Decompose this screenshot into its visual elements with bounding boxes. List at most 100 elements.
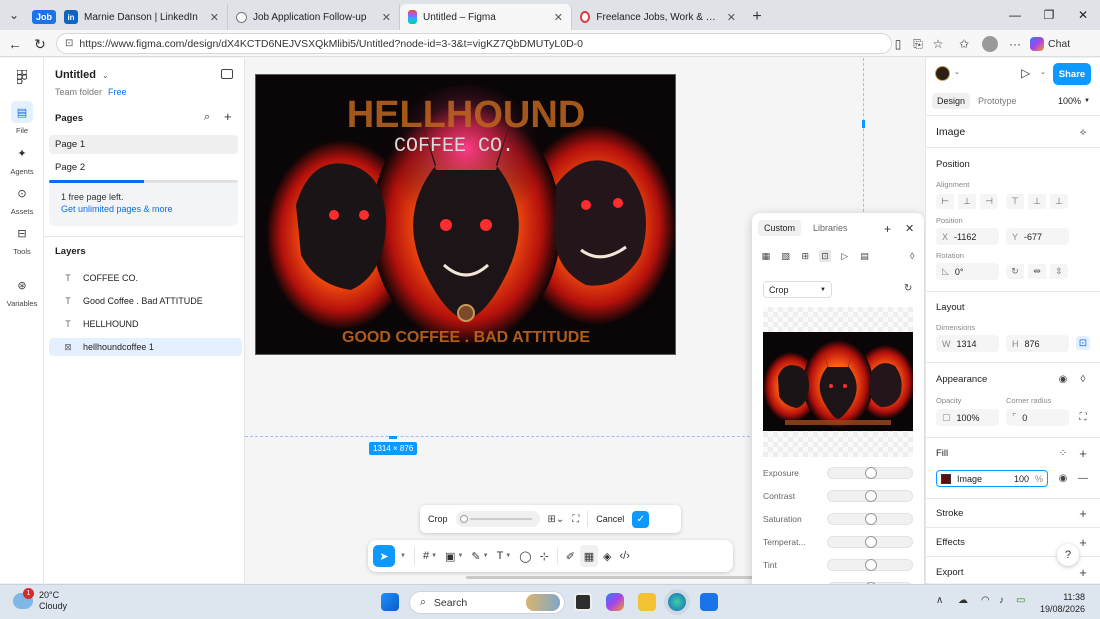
- more-menu-icon[interactable]: ···: [1005, 34, 1025, 54]
- search-pages-icon[interactable]: ⌕: [204, 111, 210, 124]
- site-info-icon[interactable]: ⊡: [65, 38, 73, 49]
- frame-tool[interactable]: # ▼: [420, 545, 440, 567]
- rail-item-agents[interactable]: ✦ Agents: [0, 142, 44, 177]
- close-icon[interactable]: ✕: [905, 222, 914, 235]
- new-tab-button[interactable]: +: [744, 4, 770, 30]
- windows-start-icon[interactable]: [381, 593, 399, 611]
- flip-vertical-icon[interactable]: ⇳: [1050, 264, 1068, 279]
- crop-cancel-button[interactable]: Cancel: [596, 514, 624, 524]
- align-bottom-icon[interactable]: ⊥: [1050, 194, 1068, 209]
- copilot-app-icon[interactable]: [606, 593, 624, 611]
- fill-swatch[interactable]: [941, 473, 951, 484]
- tab-job-application[interactable]: Job Application Follow-up ✕: [228, 4, 400, 30]
- corner-radius-field[interactable]: ⌜ 0: [1006, 409, 1069, 426]
- dev-mode-tool[interactable]: ‹/›: [616, 545, 632, 567]
- image-preview[interactable]: [763, 307, 913, 457]
- refresh-button[interactable]: ↻: [27, 31, 53, 57]
- rotate-90-icon[interactable]: ↻: [1006, 264, 1024, 279]
- slider-knob[interactable]: [865, 467, 877, 479]
- style-grid-icon[interactable]: ⁘: [1056, 446, 1070, 460]
- edge-browser-icon[interactable]: [668, 593, 686, 611]
- taskbar-search[interactable]: ⌕ Search: [409, 591, 565, 614]
- rail-item-assets[interactable]: ⊙ Assets: [0, 182, 44, 217]
- chevron-down-icon[interactable]: ⌄: [1040, 68, 1046, 76]
- rotation-field[interactable]: ◺ 0°: [936, 263, 999, 280]
- flip-horizontal-icon[interactable]: ⇹: [1028, 264, 1046, 279]
- crop-zoom-slider[interactable]: [455, 511, 540, 527]
- maximize-button[interactable]: ❐: [1032, 0, 1066, 30]
- adjustment-slider[interactable]: [827, 490, 913, 502]
- draw-tool[interactable]: ✐: [563, 545, 578, 567]
- add-page-icon[interactable]: +: [224, 109, 232, 124]
- rail-item-file[interactable]: ▤ File: [0, 101, 44, 135]
- align-left-icon[interactable]: ⊢: [936, 194, 954, 209]
- url-field[interactable]: ⊡ https://www.figma.com/design/dX4KCTD6N…: [56, 33, 892, 54]
- slider-knob[interactable]: [865, 536, 877, 548]
- x-field[interactable]: X -1162: [936, 228, 999, 245]
- profile-icon[interactable]: [980, 34, 1000, 54]
- slider-knob[interactable]: [865, 513, 877, 525]
- design-mode-tool[interactable]: ▦: [580, 545, 598, 567]
- back-button[interactable]: ←: [2, 31, 28, 57]
- close-icon[interactable]: ✕: [554, 11, 563, 24]
- wifi-icon[interactable]: ◠: [981, 595, 990, 606]
- minimize-button[interactable]: —: [998, 0, 1032, 30]
- show-hidden-icons-icon[interactable]: ∧: [936, 595, 943, 606]
- y-field[interactable]: Y -677: [1006, 228, 1069, 245]
- tab-figma[interactable]: Untitled – Figma ✕: [400, 4, 572, 30]
- width-field[interactable]: W 1314: [936, 335, 999, 352]
- favorite-star-icon[interactable]: ☆: [928, 34, 948, 54]
- task-view-icon[interactable]: [574, 593, 592, 611]
- file-title-menu[interactable]: Untitled ⌄: [55, 69, 109, 81]
- weather-widget[interactable]: 1 20°C Cloudy: [13, 588, 67, 612]
- adjustment-slider[interactable]: [827, 467, 913, 479]
- rail-item-tools[interactable]: ⊟ Tools: [0, 222, 44, 257]
- layer-item[interactable]: T COFFEE CO.: [49, 269, 242, 287]
- share-button[interactable]: Share: [1053, 63, 1091, 85]
- store-icon[interactable]: [700, 593, 718, 611]
- add-fill-icon[interactable]: +: [1076, 446, 1090, 461]
- tab-freelancer[interactable]: Freelance Jobs, Work & Projects in ✕: [572, 4, 744, 30]
- image-tool[interactable]: ▣ ▼: [442, 545, 466, 567]
- chevron-down-icon[interactable]: ⌄: [954, 68, 960, 76]
- workspace-tab-job[interactable]: Job: [28, 4, 57, 30]
- image-mode-select[interactable]: Crop ▼: [763, 281, 832, 298]
- close-icon[interactable]: ✕: [727, 11, 736, 24]
- onedrive-icon[interactable]: ☁: [958, 595, 968, 606]
- layer-item[interactable]: T Good Coffee . Bad ATTITUDE: [49, 292, 242, 310]
- reading-view-icon[interactable]: ▯: [888, 34, 908, 54]
- close-window-button[interactable]: ✕: [1066, 0, 1100, 30]
- align-center-h-icon[interactable]: ⊥: [958, 194, 976, 209]
- visibility-eye-icon[interactable]: ◉: [1056, 471, 1070, 485]
- resize-handle[interactable]: [862, 120, 865, 128]
- tab-prototype[interactable]: Prototype: [973, 93, 1022, 109]
- sidebar-toggle-icon[interactable]: [221, 69, 233, 79]
- align-top-icon[interactable]: ⊤: [1006, 194, 1024, 209]
- blend-mode-icon[interactable]: ◊: [1076, 372, 1090, 386]
- height-field[interactable]: H 876: [1006, 335, 1069, 352]
- tab-linkedin[interactable]: in Marnie Danson | LinkedIn ✕: [56, 4, 228, 30]
- adjustment-slider[interactable]: [827, 559, 913, 571]
- avatar[interactable]: [935, 66, 950, 81]
- solid-fill-icon[interactable]: ▦: [760, 250, 772, 262]
- close-icon[interactable]: ✕: [382, 11, 391, 24]
- pattern-fill-icon[interactable]: ⊞: [799, 250, 811, 262]
- video-fill-icon[interactable]: ▷: [839, 250, 851, 262]
- crop-fit-icon[interactable]: ⛶: [572, 514, 579, 525]
- blend-mode-icon[interactable]: ◊: [906, 250, 918, 262]
- resize-handle[interactable]: [389, 436, 397, 439]
- layer-item[interactable]: T HELLHOUND: [49, 315, 242, 333]
- pen-tool[interactable]: ✎ ▼: [468, 545, 491, 567]
- tab-libraries[interactable]: Libraries: [807, 220, 854, 236]
- figma-menu-button[interactable]: [0, 66, 44, 88]
- text-tool[interactable]: T ▼: [494, 545, 515, 567]
- copilot-chat-button[interactable]: Chat: [1030, 34, 1070, 54]
- add-stroke-icon[interactable]: +: [1076, 506, 1090, 521]
- close-icon[interactable]: ✕: [210, 11, 219, 24]
- tab-custom[interactable]: Custom: [758, 220, 802, 236]
- tab-actions-menu[interactable]: ⌄: [0, 0, 28, 30]
- move-tool-options[interactable]: ▼: [397, 545, 409, 567]
- add-effect-icon[interactable]: +: [1076, 535, 1090, 550]
- crop-confirm-button[interactable]: ✓: [632, 510, 650, 528]
- independent-corners-icon[interactable]: ⛶: [1076, 410, 1090, 424]
